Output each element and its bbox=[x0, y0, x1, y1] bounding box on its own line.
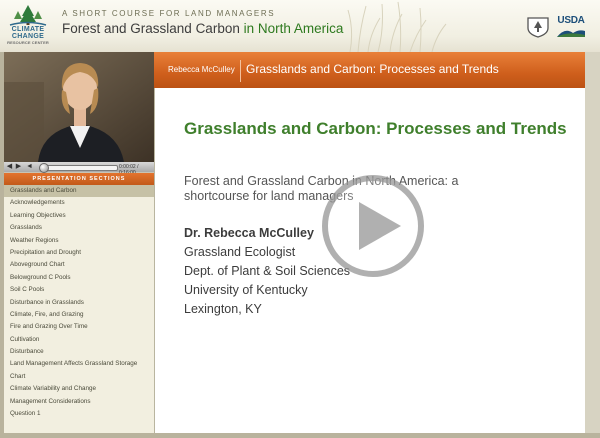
slide-bar-title: Grasslands and Carbon: Processes and Tre… bbox=[246, 62, 499, 76]
presenter-video[interactable] bbox=[4, 52, 154, 162]
section-item[interactable]: Management Considerations bbox=[4, 396, 154, 408]
course-title-highlight: in North America bbox=[243, 21, 344, 36]
section-item[interactable]: Soil C Pools bbox=[4, 284, 154, 296]
course-header: CLIMATE CHANGE RESOURCE CENTER A SHORT C… bbox=[0, 0, 600, 52]
speaker-line: Lexington, KY bbox=[184, 302, 262, 316]
video-controls: ◀ ▶ ◄ 0:00:02 / 0:16:00 bbox=[4, 162, 154, 176]
slide-title: Grasslands and Carbon: Processes and Tre… bbox=[184, 119, 567, 138]
section-item[interactable]: Land Management Affects Grassland Storag… bbox=[4, 358, 154, 370]
sections-list: Grasslands and Carbon Acknowledgements Lea… bbox=[4, 185, 154, 433]
section-item[interactable]: Grasslands bbox=[4, 222, 154, 234]
section-item[interactable]: Aboveground Chart bbox=[4, 259, 154, 271]
section-item[interactable]: Disturbance in Grasslands bbox=[4, 297, 154, 309]
title-bar-divider bbox=[240, 60, 241, 82]
presenter-name: Rebecca McCulley bbox=[168, 65, 235, 74]
seek-handle[interactable] bbox=[39, 163, 49, 173]
logo-line-1: CLIMATE bbox=[11, 26, 45, 33]
course-title: Forest and Grassland Carbon in North Ame… bbox=[62, 21, 343, 36]
slide-title-bar: Rebecca McCulley Grasslands and Carbon: … bbox=[154, 52, 585, 88]
rewind-icon[interactable]: ◀ bbox=[6, 163, 13, 171]
section-item[interactable]: Climate Variability and Change bbox=[4, 383, 154, 395]
course-tagline: A SHORT COURSE FOR LAND MANAGERS bbox=[62, 9, 276, 18]
frame-right-edge bbox=[585, 52, 600, 438]
section-item[interactable]: Belowground C Pools bbox=[4, 272, 154, 284]
sections-header: PRESENTATION SECTIONS bbox=[4, 173, 154, 185]
presenter-figure bbox=[4, 52, 154, 162]
usda-hills-icon bbox=[557, 30, 585, 37]
section-item[interactable]: Weather Regions bbox=[4, 235, 154, 247]
section-item[interactable]: Disturbance bbox=[4, 346, 154, 358]
course-title-main: Forest and Grassland Carbon bbox=[62, 21, 240, 36]
usda-logo[interactable]: USDA bbox=[557, 15, 585, 37]
seek-bar[interactable] bbox=[39, 163, 118, 173]
section-item[interactable]: Learning Objectives bbox=[4, 210, 154, 222]
slide-content[interactable]: Grasslands and Carbon: Processes and Tre… bbox=[154, 88, 586, 433]
section-item[interactable]: Question 1 bbox=[4, 408, 154, 420]
logo-line-2: CHANGE bbox=[11, 33, 45, 40]
volume-icon[interactable]: ◄ bbox=[26, 163, 33, 171]
play-overlay-icon[interactable] bbox=[321, 174, 425, 278]
section-item[interactable]: Cultivation bbox=[4, 334, 154, 346]
forest-service-shield-icon[interactable] bbox=[525, 16, 551, 38]
frame-bottom-edge bbox=[0, 433, 600, 438]
section-item[interactable]: Precipitation and Drought bbox=[4, 247, 154, 259]
section-item[interactable]: Climate, Fire, and Grazing bbox=[4, 309, 154, 321]
usda-text: USDA bbox=[557, 15, 585, 26]
speaker-line: University of Kentucky bbox=[184, 283, 308, 297]
section-item[interactable]: Grasslands and Carbon bbox=[4, 185, 154, 198]
section-item[interactable]: Acknowledgements bbox=[4, 197, 154, 209]
logo-line-3: RESOURCE CENTER bbox=[7, 40, 49, 45]
section-item[interactable]: Fire and Grazing Over Time bbox=[4, 321, 154, 333]
climate-change-resource-center-logo[interactable]: CLIMATE CHANGE RESOURCE CENTER bbox=[4, 4, 52, 48]
play-icon[interactable]: ▶ bbox=[15, 163, 22, 171]
tree-icon bbox=[9, 5, 47, 26]
grass-decoration bbox=[347, 1, 447, 52]
section-item[interactable]: Chart bbox=[4, 371, 154, 383]
